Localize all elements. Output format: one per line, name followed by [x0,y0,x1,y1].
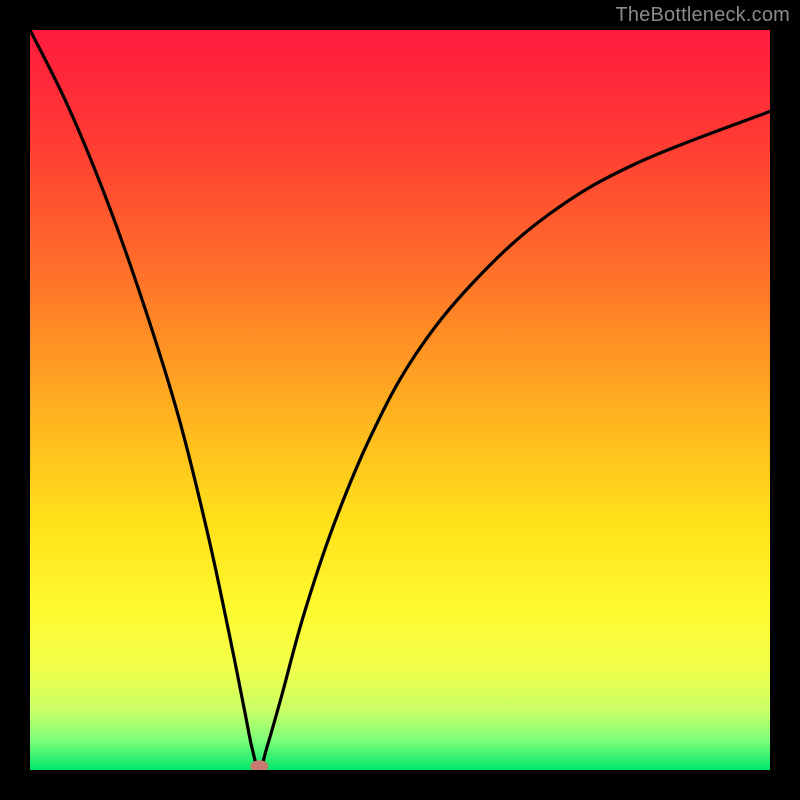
minimum-marker [250,760,268,770]
chart-frame: TheBottleneck.com [0,0,800,800]
bottleneck-curve [30,30,770,770]
attribution-text: TheBottleneck.com [615,4,790,27]
curve-layer [30,30,770,770]
plot-area [30,30,770,770]
